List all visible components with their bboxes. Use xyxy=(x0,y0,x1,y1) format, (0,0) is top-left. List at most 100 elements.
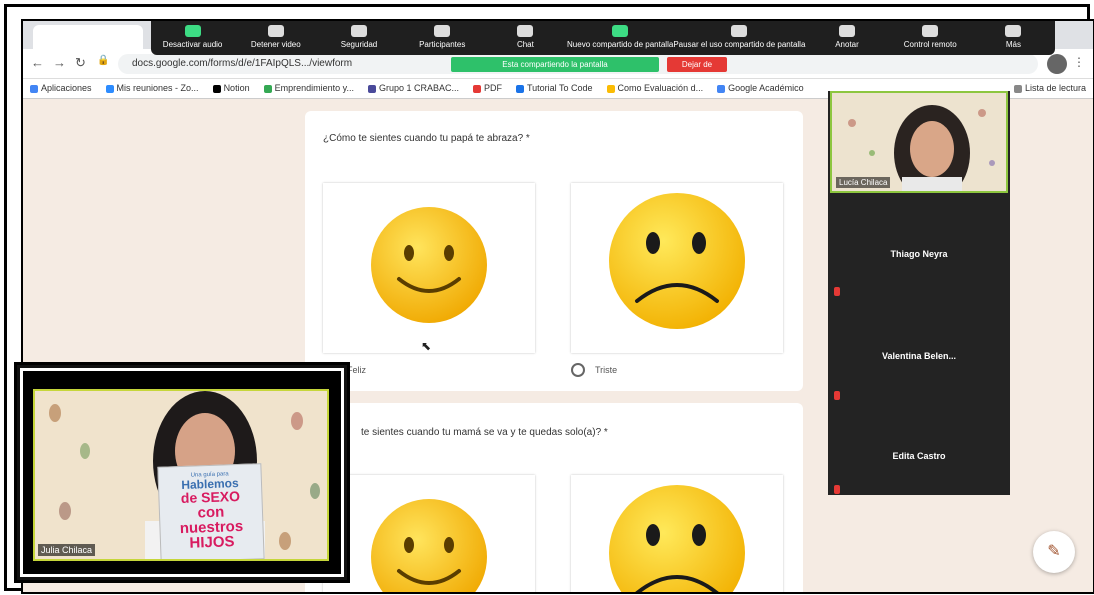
more-icon xyxy=(1005,25,1022,37)
zoom-button-label: Participantes xyxy=(419,40,466,49)
bookmark-label: Tutorial To Code xyxy=(526,83,593,93)
forward-icon[interactable]: → xyxy=(53,55,66,70)
bookmark-icon xyxy=(367,84,376,93)
kebab-menu-icon[interactable]: ⋮ xyxy=(1073,55,1085,69)
bookmark-item[interactable]: Grupo 1 CRABAC... xyxy=(361,79,466,97)
happy-face-icon xyxy=(371,207,487,323)
mouse-cursor-icon: ⬉ xyxy=(421,339,432,353)
people-icon xyxy=(434,25,451,37)
bookmark-label: Aplicaciones xyxy=(41,83,92,93)
option-image-sad-2 xyxy=(571,475,783,592)
participant-name-2: Valentina Belen... xyxy=(881,351,957,361)
participant-name-3: Edita Castro xyxy=(892,451,946,461)
bookmark-item[interactable]: Tutorial To Code xyxy=(509,79,600,97)
browser-tab[interactable] xyxy=(33,25,143,49)
participant-name-1: Thiago Neyra xyxy=(890,249,948,259)
sad-face-icon xyxy=(609,485,745,592)
radio-triste[interactable] xyxy=(571,363,585,377)
bookmark-label: Notion xyxy=(223,83,250,93)
stop-share-button[interactable]: Dejar de xyxy=(667,57,727,72)
zoom-button-label: Chat xyxy=(516,40,534,49)
profile-avatar[interactable] xyxy=(1047,54,1067,74)
bookmark-icon xyxy=(717,84,726,93)
bookmark-item[interactable]: Emprendimiento y... xyxy=(257,79,361,97)
zoom-button-label: Desactivar audio xyxy=(162,40,223,49)
pen-icon xyxy=(839,25,855,37)
book-line-4: con nuestros HIJOS xyxy=(179,503,244,552)
bookmark-icon xyxy=(472,84,481,93)
bookmark-item[interactable]: Como Evaluación d... xyxy=(600,79,711,97)
bookmark-icon xyxy=(263,84,272,93)
zoom-button-people[interactable]: Participantes xyxy=(401,21,484,55)
camera-icon xyxy=(267,25,284,37)
bookmark-item[interactable]: Mis reuniones - Zo... xyxy=(99,79,206,97)
zoom-button-label: Anotar xyxy=(835,40,859,49)
zoom-button-label: Pausar el uso compartido de pantalla xyxy=(673,40,806,49)
bookmark-icon xyxy=(606,84,615,93)
pip-video: Una guía para Hablemos de SEXO con nuest… xyxy=(33,389,329,561)
bookmark-icon xyxy=(212,84,221,93)
bookmark-label: Emprendimiento y... xyxy=(274,83,354,93)
bookmark-item[interactable]: PDF xyxy=(466,79,509,97)
pip-name-label: Julia Chilaca xyxy=(38,544,96,556)
zoom-button-camera[interactable]: Detener video xyxy=(234,21,317,55)
zoom-share-toolbar: Desactivar audio Detener video Seguridad Pa… xyxy=(151,21,1055,55)
reading-list-label: Lista de lectura xyxy=(1024,83,1086,93)
self-video-tile[interactable]: Lucía Chilaca xyxy=(830,91,1008,193)
zoom-button-pause[interactable]: Pausar el uso compartido de pantalla xyxy=(673,21,805,55)
pip-border: Una guía para Hablemos de SEXO con nuest… xyxy=(20,368,344,577)
bookmark-item[interactable]: Google Académico xyxy=(710,79,811,97)
self-video-label: Lucía Chilaca xyxy=(836,177,891,188)
sharing-banner: Esta compartiendo la pantalla xyxy=(451,57,659,72)
lock-icon: 🔒 xyxy=(97,55,110,66)
pip-webcam-frame: Una guía para Hablemos de SEXO con nuest… xyxy=(14,362,350,583)
zoom-button-label: Nuevo compartido de pantalla xyxy=(567,40,674,49)
question-1-text: ¿Cómo te sientes cuando tu papá te abraz… xyxy=(323,133,530,144)
book-cover: Una guía para Hablemos de SEXO con nuest… xyxy=(157,463,265,559)
reading-list[interactable]: Lista de lectura xyxy=(1006,79,1093,97)
zoom-button-remote[interactable]: Control remoto xyxy=(889,21,972,55)
question-card-2: te sientes cuando tu mamá se va y te que… xyxy=(305,403,803,592)
pen-icon[interactable]: ✎ xyxy=(1033,531,1075,573)
reload-icon[interactable]: ↻ xyxy=(75,55,86,71)
option-image-happy-2 xyxy=(323,475,535,592)
zoom-button-pen[interactable]: Anotar xyxy=(805,21,888,55)
bookmark-label: Como Evaluación d... xyxy=(617,83,704,93)
zoom-button-label: Control remoto xyxy=(903,40,957,49)
muted-mic-icon xyxy=(834,287,840,296)
zoom-button-share-screen[interactable]: Nuevo compartido de pantalla xyxy=(567,21,673,55)
share-screen-icon xyxy=(612,25,629,37)
zoom-button-label: Más xyxy=(1005,40,1021,49)
zoom-button-label: Seguridad xyxy=(340,40,378,49)
zoom-button-chat[interactable]: Chat xyxy=(484,21,567,55)
bookmark-label: Google Académico xyxy=(728,83,804,93)
radio-triste-label: Triste xyxy=(595,365,618,375)
bookmark-label: Mis reuniones - Zo... xyxy=(116,83,199,93)
participants-video-panel: Lucía Chilaca Thiago Neyra Valentina Bel… xyxy=(828,91,1010,495)
chat-icon xyxy=(517,25,534,37)
zoom-button-label: Detener video xyxy=(250,40,301,49)
back-icon[interactable]: ← xyxy=(31,55,44,70)
sad-face-icon xyxy=(609,193,745,329)
bookmark-icon xyxy=(515,84,524,93)
zoom-button-shield[interactable]: Seguridad xyxy=(317,21,400,55)
bookmark-item[interactable]: Notion xyxy=(206,79,257,97)
remote-icon xyxy=(922,25,939,37)
option-image-sad xyxy=(571,183,783,353)
muted-mic-icon xyxy=(834,391,840,400)
option-image-happy xyxy=(323,183,535,353)
bookmark-item[interactable]: Aplicaciones xyxy=(23,79,99,97)
zoom-button-mic[interactable]: Desactivar audio xyxy=(151,21,234,55)
question-2-text: te sientes cuando tu mamá se va y te que… xyxy=(361,427,608,438)
shield-icon xyxy=(351,25,367,37)
bookmark-icon xyxy=(30,84,38,93)
bookmark-label: Grupo 1 CRABAC... xyxy=(378,83,459,93)
question-card-1: ¿Cómo te sientes cuando tu papá te abraz… xyxy=(305,111,803,391)
happy-face-icon xyxy=(371,499,487,592)
bookmark-label: PDF xyxy=(483,83,502,93)
zoom-button-more[interactable]: Más xyxy=(972,21,1055,55)
reading-list-icon xyxy=(1013,84,1022,93)
bookmark-icon xyxy=(105,84,114,93)
muted-mic-icon xyxy=(834,485,840,494)
mic-icon xyxy=(184,25,201,37)
